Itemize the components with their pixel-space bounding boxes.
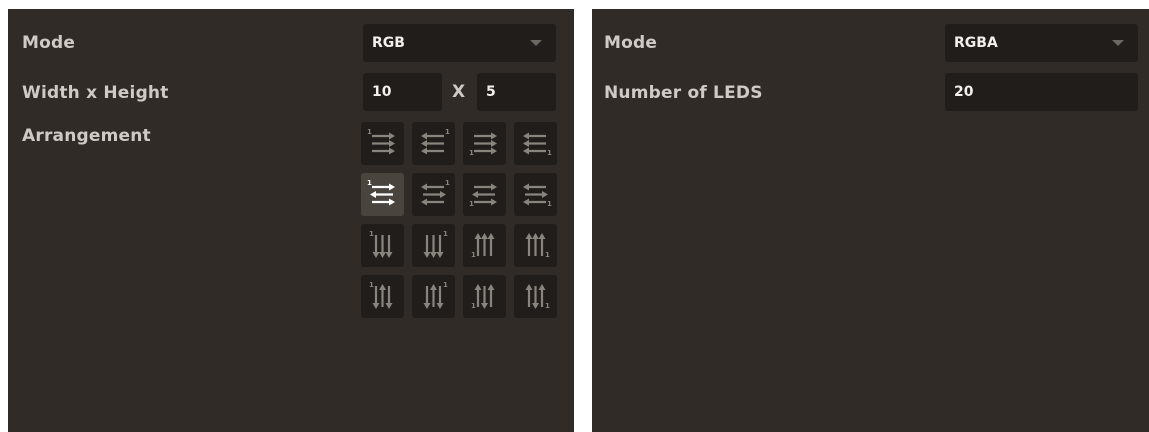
svg-text:1: 1 bbox=[443, 230, 448, 238]
svg-text:1: 1 bbox=[445, 128, 450, 136]
arrangement-option-horizontal-start-bottom-right[interactable]: 1 bbox=[514, 122, 557, 165]
arrangement-icon: 1 bbox=[523, 183, 552, 208]
arrangement-icon: 1 bbox=[367, 179, 395, 206]
mode-value: RGB bbox=[372, 35, 405, 51]
mode-label: Mode bbox=[604, 33, 658, 53]
arrangement-option-vertical-start-top-right[interactable]: 1 bbox=[412, 224, 455, 267]
svg-text:1: 1 bbox=[471, 302, 476, 310]
arrangement-option-zigzag-horizontal-top-left[interactable]: 1 bbox=[361, 173, 404, 216]
arrangement-icon: 1 bbox=[525, 284, 550, 310]
arrangement-icon: 1 bbox=[367, 128, 395, 155]
arrangement-icon: 1 bbox=[421, 179, 450, 206]
arrangement-option-zigzag-horizontal-top-right[interactable]: 1 bbox=[412, 173, 455, 216]
svg-text:1: 1 bbox=[369, 230, 374, 238]
svg-text:1: 1 bbox=[445, 179, 450, 187]
arrangement-option-zigzag-vertical-top-left[interactable]: 1 bbox=[361, 275, 404, 318]
arrangement-option-zigzag-vertical-bottom-right[interactable]: 1 bbox=[514, 275, 557, 318]
arrangement-option-zigzag-horizontal-bottom-right[interactable]: 1 bbox=[514, 173, 557, 216]
svg-text:1: 1 bbox=[367, 179, 372, 187]
arrangement-icon: 1 bbox=[469, 132, 497, 157]
arrangement-icon: 1 bbox=[525, 233, 550, 259]
arrangement-option-zigzag-horizontal-bottom-left[interactable]: 1 bbox=[463, 173, 506, 216]
mode-select[interactable]: RGBA bbox=[945, 24, 1138, 62]
mode-select[interactable]: RGB bbox=[363, 24, 556, 62]
arrangement-option-horizontal-start-bottom-left[interactable]: 1 bbox=[463, 122, 506, 165]
svg-text:1: 1 bbox=[545, 251, 550, 259]
svg-text:1: 1 bbox=[547, 149, 552, 157]
arrangement-label: Arrangement bbox=[22, 126, 151, 146]
arrangement-icon: 1 bbox=[471, 284, 495, 310]
mode-label: Mode bbox=[22, 33, 76, 53]
height-input[interactable]: 5 bbox=[477, 73, 556, 111]
svg-text:1: 1 bbox=[471, 251, 476, 259]
arrangement-icon: 1 bbox=[469, 183, 497, 208]
svg-text:1: 1 bbox=[367, 128, 372, 136]
led-count-input[interactable]: 20 bbox=[945, 73, 1138, 111]
width-input[interactable]: 10 bbox=[363, 73, 442, 111]
svg-text:1: 1 bbox=[469, 149, 474, 157]
svg-text:1: 1 bbox=[443, 281, 448, 289]
arrangement-icon: 1 bbox=[523, 132, 552, 157]
width-height-label: Width x Height bbox=[22, 83, 169, 103]
dimension-separator: X bbox=[452, 82, 466, 102]
mode-value: RGBA bbox=[954, 35, 998, 51]
led-count-label: Number of LEDS bbox=[604, 83, 763, 103]
chevron-down-icon bbox=[530, 40, 542, 46]
arrangement-option-zigzag-vertical-bottom-left[interactable]: 1 bbox=[463, 275, 506, 318]
chevron-down-icon bbox=[1112, 40, 1124, 46]
arrangement-icon: 1 bbox=[421, 128, 450, 155]
arrangement-option-zigzag-vertical-top-right[interactable]: 1 bbox=[412, 275, 455, 318]
arrangement-option-vertical-start-top-left[interactable]: 1 bbox=[361, 224, 404, 267]
led-strip-settings-panel: Mode RGBA Number of LEDS 20 bbox=[592, 9, 1149, 432]
svg-text:1: 1 bbox=[547, 200, 552, 208]
led-matrix-settings-panel: Mode RGB Width x Height 10 X 5 Arrangeme… bbox=[8, 9, 574, 432]
arrangement-option-vertical-start-bottom-right[interactable]: 1 bbox=[514, 224, 557, 267]
arrangement-icon: 1 bbox=[423, 230, 448, 258]
arrangement-icon: 1 bbox=[471, 233, 495, 259]
svg-text:1: 1 bbox=[369, 281, 374, 289]
arrangement-icon: 1 bbox=[423, 281, 448, 309]
arrangement-option-vertical-start-bottom-left[interactable]: 1 bbox=[463, 224, 506, 267]
svg-text:1: 1 bbox=[545, 302, 550, 310]
arrangement-icon: 1 bbox=[369, 281, 393, 309]
arrangement-icon: 1 bbox=[369, 230, 393, 258]
arrangement-option-horizontal-start-top-right[interactable]: 1 bbox=[412, 122, 455, 165]
arrangement-option-horizontal-start-top-left[interactable]: 1 bbox=[361, 122, 404, 165]
svg-text:1: 1 bbox=[469, 200, 474, 208]
